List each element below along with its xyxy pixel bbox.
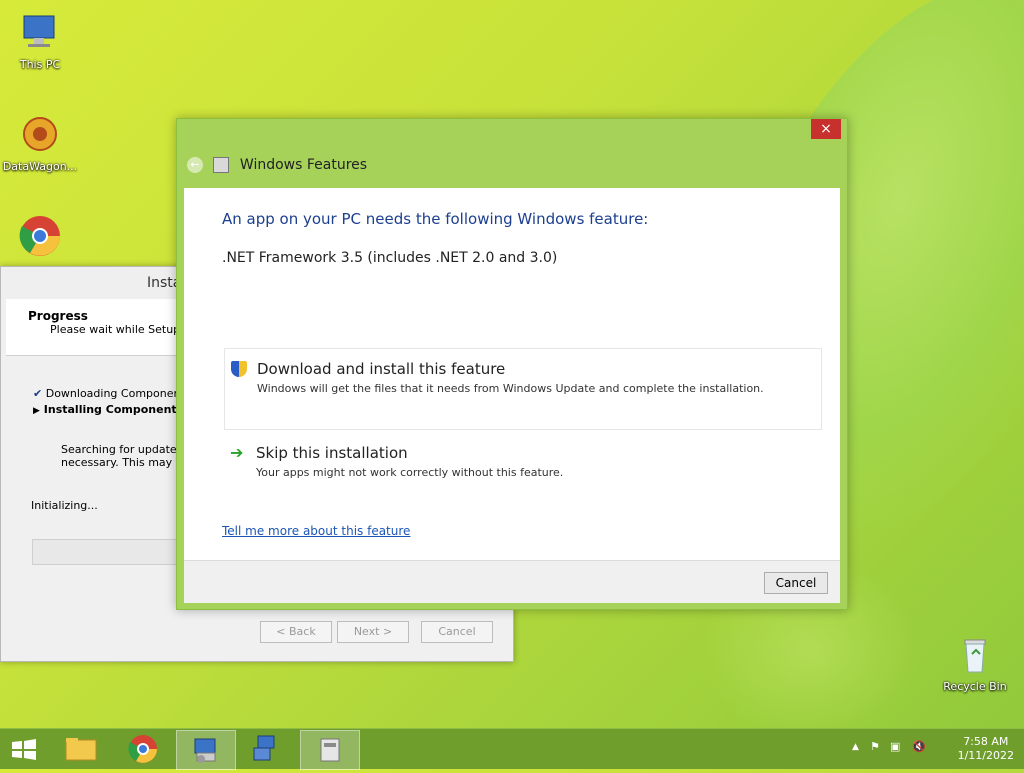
feature-name: .NET Framework 3.5 (includes .NET 2.0 an… — [222, 250, 558, 266]
start-button[interactable] — [0, 730, 50, 768]
datawagon-logo-icon — [18, 112, 62, 156]
dialog-heading: An app on your PC needs the following Wi… — [222, 210, 649, 228]
computer-network-icon — [253, 735, 275, 761]
setup-icon — [194, 738, 216, 763]
clock[interactable]: 7:58 AM 1/11/2022 — [958, 735, 1014, 763]
taskbar-network-window[interactable] — [238, 730, 296, 768]
windows-features-icon — [213, 157, 230, 173]
more-info-link[interactable]: Tell me more about this feature — [222, 524, 410, 538]
installer-cancel-button[interactable]: Cancel — [421, 621, 493, 643]
uac-shield-icon — [231, 361, 247, 377]
dialog-header: ← Windows Features — [187, 157, 367, 173]
dialog-title: Windows Features — [239, 157, 368, 173]
desktop-icon-datawagon[interactable]: DataWagon... — [0, 112, 80, 173]
desktop-icon-this-pc[interactable]: This PC — [0, 10, 80, 71]
windows-features-icon — [320, 738, 340, 762]
taskbar-file-explorer[interactable] — [52, 730, 110, 768]
windows-features-dialog[interactable]: × ← Windows Features An app on your PC n… — [176, 118, 848, 610]
cancel-button[interactable]: Cancel — [764, 572, 828, 594]
action-center-flag-icon[interactable]: ⚑ — [870, 740, 880, 753]
download-install-option[interactable]: Download and install this feature Window… — [224, 348, 822, 430]
desktop-icon-label: Recycle Bin — [943, 680, 1007, 693]
clock-time: 7:58 AM — [963, 735, 1009, 748]
network-icon[interactable]: ▣ — [890, 740, 900, 753]
installer-header-sub: Please wait while Setup co — [50, 323, 197, 336]
download-option-title: Download and install this feature — [257, 360, 506, 378]
back-arrow-icon[interactable]: ← — [187, 157, 203, 173]
taskbar-chrome[interactable] — [114, 730, 172, 768]
desktop-icon-chrome[interactable] — [0, 214, 80, 262]
installer-header-title: Progress — [28, 309, 88, 323]
close-icon: × — [820, 121, 832, 137]
taskbar: ▲ ⚑ ▣ 🔇 7:58 AM 1/11/2022 — [0, 728, 1024, 770]
dialog-footer: Cancel — [184, 560, 840, 603]
download-option-desc: Windows will get the files that it needs… — [257, 382, 764, 395]
computer-icon — [18, 10, 62, 54]
play-arrow-icon: ▶ — [33, 406, 40, 416]
clock-date: 1/11/2022 — [957, 749, 1014, 762]
volume-muted-icon[interactable]: 🔇 — [912, 740, 926, 753]
desktop-icon-label: DataWagon... — [2, 160, 78, 173]
windows-logo-icon — [12, 739, 36, 760]
close-button[interactable]: × — [811, 119, 841, 139]
skip-installation-option[interactable]: ➔ Skip this installation Your apps might… — [224, 433, 820, 513]
back-button[interactable]: < Back — [260, 621, 332, 643]
system-tray: ▲ ⚑ ▣ 🔇 7:58 AM 1/11/2022 — [844, 729, 1024, 769]
recycle-bin-icon — [953, 632, 997, 676]
show-hidden-icons-icon[interactable]: ▲ — [852, 742, 859, 752]
taskbar-windows-features[interactable] — [300, 730, 360, 770]
skip-option-title: Skip this installation — [256, 444, 408, 462]
checkmark-icon: ✔ — [33, 387, 43, 400]
dialog-content: An app on your PC needs the following Wi… — [184, 188, 840, 560]
skip-option-desc: Your apps might not work correctly witho… — [256, 466, 564, 479]
green-arrow-icon: ➔ — [230, 443, 244, 462]
chrome-icon — [18, 214, 62, 258]
next-button[interactable]: Next > — [337, 621, 409, 643]
folder-icon — [65, 738, 97, 761]
desktop-icon-label: This PC — [19, 58, 61, 71]
desktop-icon-recycle-bin[interactable]: Recycle Bin — [935, 632, 1015, 693]
chrome-icon — [128, 735, 157, 763]
taskbar-setup-window[interactable] — [176, 730, 236, 770]
